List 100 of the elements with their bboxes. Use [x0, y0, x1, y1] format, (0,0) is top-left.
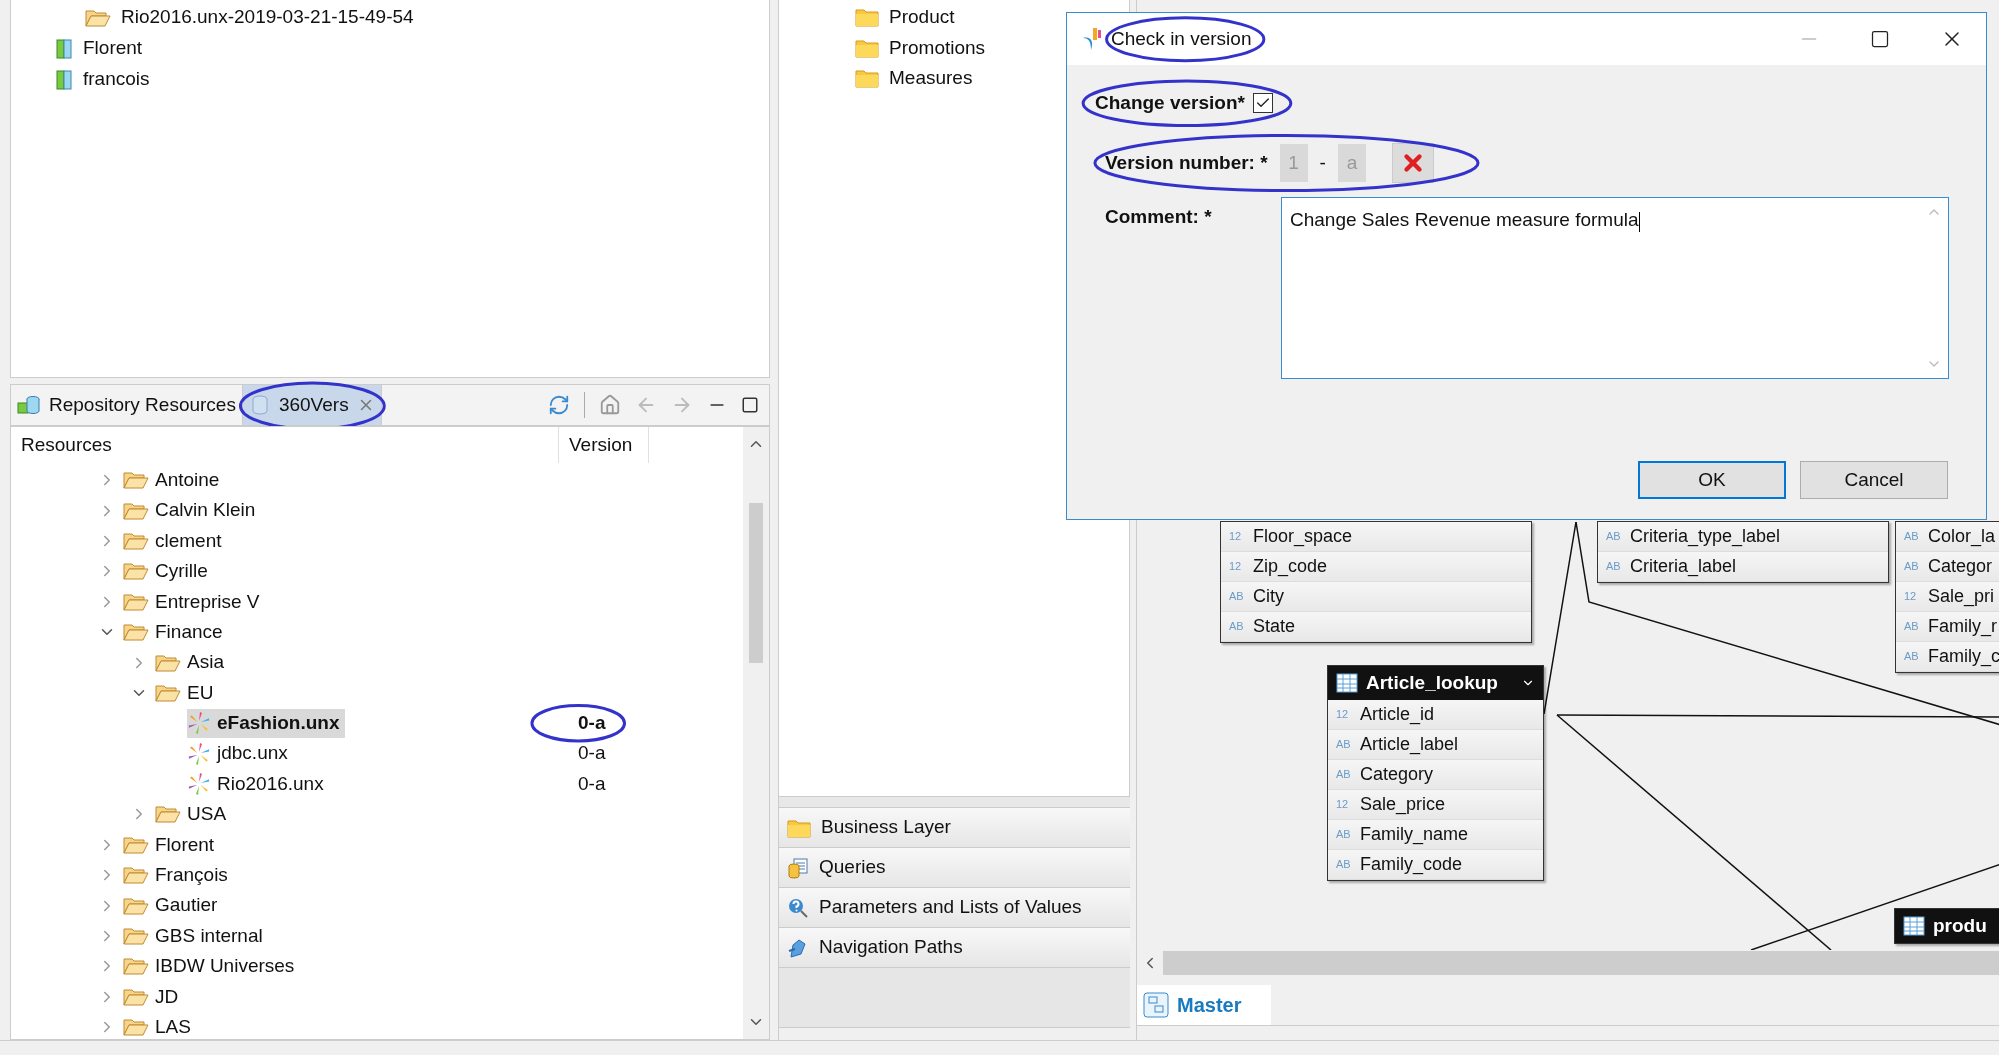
navigator-section[interactable]: Parameters and Lists of Values: [779, 888, 1130, 928]
tree-item[interactable]: Florent: [155, 830, 215, 860]
tree-item[interactable]: EU: [187, 678, 214, 708]
checkbox[interactable]: [1252, 93, 1273, 113]
column-name: Sale_pri: [1928, 585, 1995, 609]
column-name: Family_c: [1928, 645, 1999, 669]
tree-item[interactable]: Cyrille: [155, 557, 208, 586]
view-tab[interactable]: 360Vers: [242, 385, 382, 425]
table-node[interactable]: 12 Floor_space 12 Zip_code AB City AB State: [1220, 521, 1532, 643]
type-mark: 12: [1336, 707, 1350, 723]
maximize-icon[interactable]: [741, 396, 759, 414]
maximize-icon[interactable]: [1870, 29, 1890, 49]
navigator-section[interactable]: Queries: [779, 848, 1130, 888]
book-icon: [55, 37, 73, 60]
table-node[interactable]: Article_lookup 12 Article_id AB Article_label AB Category 12 Sale_price AB Family_name AB Family_code: [1327, 665, 1544, 881]
column-name: City: [1253, 585, 1284, 608]
type-mark: AB: [1229, 589, 1245, 605]
column-name: State: [1253, 615, 1296, 638]
folder-icon: [123, 1017, 149, 1038]
splitter-bar[interactable]: [779, 796, 1130, 808]
dialog-button[interactable]: OK: [1638, 461, 1786, 499]
type-mark: AB: [1904, 649, 1920, 665]
type-mark: AB: [1904, 529, 1920, 545]
tree-item[interactable]: Rio2016.unx-2019-03-21-15-49-54: [121, 3, 414, 32]
column-name: Categor: [1928, 555, 1993, 578]
column-name: Category: [1360, 763, 1434, 786]
column-name: Zip_code: [1253, 555, 1328, 579]
diagram-icon: [1143, 992, 1169, 1018]
tree-item[interactable]: GBS internal: [155, 921, 263, 951]
book-icon: [55, 68, 73, 91]
column-name: Color_la: [1928, 525, 1996, 549]
type-mark: AB: [1336, 737, 1352, 753]
navigator-section[interactable]: Navigation Paths: [779, 928, 1130, 968]
table-icon: [1336, 673, 1358, 693]
folder-icon: [123, 895, 149, 916]
table-node[interactable]: AB Color_la AB Categor 12 Sale_pri AB Family_r AB Family_c: [1895, 521, 1999, 673]
tree-item[interactable]: Antoine: [155, 465, 220, 495]
column-name: Criteria_type_label: [1630, 525, 1781, 549]
field-label: Version number: *: [1105, 150, 1268, 175]
folder-icon: [855, 7, 879, 28]
folder-icon: [123, 591, 149, 612]
star-icon: [187, 711, 211, 736]
folder-icon: [123, 986, 149, 1007]
scroll-thumb[interactable]: [749, 503, 763, 663]
tree-item[interactable]: francois: [83, 65, 150, 94]
dialog-button[interactable]: Cancel: [1800, 461, 1948, 499]
type-mark: AB: [1606, 529, 1622, 545]
column-name: Floor_space: [1253, 525, 1353, 549]
type-mark: 12: [1336, 797, 1350, 813]
folder-icon: [123, 834, 149, 855]
column-name: Family_code: [1360, 853, 1463, 877]
navigator-section[interactable]: Business Layer: [779, 808, 1130, 848]
database-icon: [17, 394, 41, 416]
database-icon: [787, 856, 809, 879]
folder-icon: [123, 530, 149, 551]
scrollbar[interactable]: [743, 427, 769, 1039]
dialog-title: Check in version: [1111, 26, 1252, 51]
tree-item[interactable]: clement: [155, 526, 222, 556]
version-cell-text: 0-a: [578, 741, 606, 766]
separator: -: [1319, 150, 1326, 175]
tree-item[interactable]: jdbc.unx: [217, 739, 288, 768]
column-header[interactable]: Resources: [11, 427, 559, 463]
tree-item[interactable]: Asia: [187, 648, 224, 677]
type-mark: AB: [1606, 559, 1622, 575]
type-mark: AB: [1336, 857, 1352, 873]
tree-item[interactable]: François: [155, 861, 228, 890]
star-icon: [187, 772, 211, 797]
question-icon: [787, 896, 809, 919]
type-mark: 12: [1229, 559, 1243, 575]
tree-item[interactable]: Florent: [83, 34, 143, 63]
folder-icon: [123, 561, 149, 582]
tree-item[interactable]: Promotions: [889, 33, 986, 62]
folder-icon: [787, 817, 811, 838]
table-node[interactable]: produ: [1894, 908, 1999, 944]
tree-item[interactable]: JD: [155, 982, 179, 1012]
tree-item[interactable]: Rio2016.unx: [217, 769, 324, 799]
tree-item[interactable]: Measures: [889, 64, 973, 93]
home-icon[interactable]: [599, 394, 621, 416]
folder-icon: [123, 865, 149, 886]
column-header[interactable]: Version: [559, 427, 649, 463]
star-icon: [187, 741, 211, 766]
tree-item[interactable]: USA: [187, 800, 227, 829]
tree-item[interactable]: Product: [889, 3, 955, 32]
tree-item[interactable]: Gautier: [155, 891, 218, 920]
table-header: Article_lookup: [1366, 670, 1498, 695]
tree-item[interactable]: IBDW Universes: [155, 952, 295, 981]
folder-icon: [85, 7, 111, 28]
folder-icon: [855, 68, 879, 89]
column-name: Family_name: [1360, 823, 1469, 847]
column-name: Article_label: [1360, 733, 1459, 757]
table-icon: [1903, 916, 1925, 936]
refresh-icon[interactable]: [548, 394, 570, 416]
clear-button[interactable]: [1391, 143, 1434, 183]
tree-item[interactable]: Calvin Klein: [155, 496, 256, 525]
diagram-tab[interactable]: Master: [1137, 985, 1272, 1025]
tree-item[interactable]: Entreprise V: [155, 587, 260, 616]
column-name: Criteria_label: [1630, 555, 1737, 579]
tree-item[interactable]: LAS: [155, 1012, 191, 1039]
tree-item[interactable]: Finance: [155, 617, 223, 647]
table-node[interactable]: AB Criteria_type_label AB Criteria_label: [1597, 521, 1889, 583]
